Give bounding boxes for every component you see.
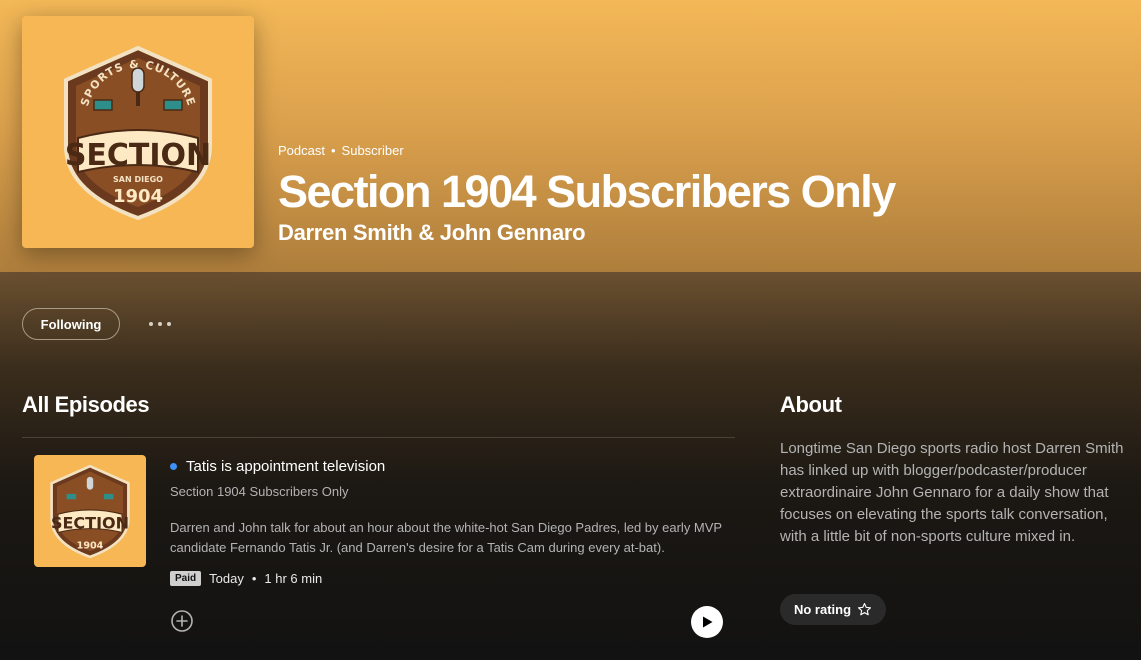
paid-badge: Paid [170,571,202,586]
podcast-title: Section 1904 Subscribers Only [278,166,896,217]
section-1904-logo-small: SECTION 1904 [50,464,130,559]
podcast-kind: Podcast [278,143,325,158]
following-button[interactable]: Following [22,308,120,340]
all-episodes-heading: All Episodes [22,392,150,417]
new-episode-dot [170,463,177,470]
star-icon [858,603,872,616]
more-dot [167,322,171,326]
add-to-library-icon[interactable] [170,609,194,633]
episode-duration: 1 hr 6 min [264,571,323,586]
more-options-button[interactable] [143,312,177,336]
play-icon [703,616,713,628]
podcast-info: Podcast • Subscriber Section 1904 Subscr… [278,143,896,246]
subscriber-label: Subscriber [341,143,404,158]
play-button[interactable] [691,606,723,638]
logo-word: SECTION [65,138,211,173]
about-description: Longtime San Diego sports radio host Dar… [780,440,1124,545]
thumb-logo-word: SECTION [51,514,129,533]
podcast-author[interactable]: Darren Smith & John Gennaro [278,220,895,246]
logo-city: SAN DIEGO [113,175,163,184]
rating-button[interactable]: No rating [780,594,886,625]
episode-date: Today [209,571,244,586]
episode-row[interactable]: SECTION 1904 Tatis is appointment televi… [22,438,735,660]
about-heading: About [780,392,842,417]
episode-meta: Paid Today • 1 hr 6 min [170,571,322,586]
more-dot [149,322,153,326]
thumb-logo-number: 1904 [77,540,104,551]
separator-dot: • [330,143,336,158]
episode-show-name[interactable]: Section 1904 Subscribers Only [170,484,348,499]
episode-title-row: Tatis is appointment television [170,458,385,475]
episode-description: Darren and John talk for about an hour a… [170,520,722,555]
podcast-kind-line: Podcast • Subscriber [278,143,895,158]
separator-dot: • [251,571,257,586]
more-dot [158,322,162,326]
episode-thumbnail: SECTION 1904 [34,455,146,567]
episode-title[interactable]: Tatis is appointment television [186,458,385,475]
podcast-cover-art: SPORTS & CULTURE SECTION SAN DIEGO 1904 [22,16,254,248]
logo-number: 1904 [113,186,163,207]
rating-label: No rating [793,602,852,617]
section-1904-logo: SPORTS & CULTURE SECTION SAN DIEGO 1904 [64,45,212,221]
